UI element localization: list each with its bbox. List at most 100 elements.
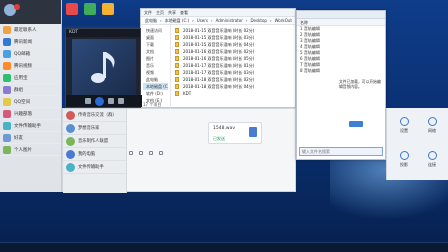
quick-tile-connect[interactable]: 连接 bbox=[419, 146, 445, 172]
file-row[interactable]: 2018-01-17 双音音乐混响 (时长 03分) bbox=[175, 69, 293, 76]
chat-contact-item[interactable]: 文件传输助手 bbox=[63, 161, 126, 174]
contact-label: 应用宝 bbox=[14, 75, 28, 81]
quick-tile-project[interactable]: 投影 bbox=[391, 146, 417, 172]
qq-contact-item[interactable]: 腾讯视频 bbox=[0, 60, 61, 72]
nav-item[interactable]: 文档 bbox=[143, 48, 168, 55]
breadcrumb-item[interactable]: Users bbox=[197, 18, 208, 23]
tab-view[interactable]: 查看 bbox=[180, 10, 188, 16]
breadcrumb-item[interactable]: Administrator bbox=[216, 18, 243, 23]
search-input[interactable] bbox=[299, 147, 383, 156]
contact-avatar bbox=[3, 25, 11, 34]
previous-icon[interactable] bbox=[84, 98, 91, 104]
file-row[interactable]: 2018-01-16 双音音乐混响 (时长 05分) bbox=[175, 55, 293, 62]
album-art bbox=[72, 39, 136, 95]
qq-contact-item[interactable]: 文件传输助手 bbox=[0, 120, 61, 132]
nav-item[interactable]: 此电脑 bbox=[143, 76, 168, 83]
play-pause-button[interactable] bbox=[94, 96, 104, 106]
tab-file[interactable]: 文件 bbox=[144, 10, 152, 16]
qq-contact-item[interactable]: QQ邮箱 bbox=[0, 48, 61, 60]
contact-label: 文件传输助手 bbox=[14, 123, 41, 129]
connect-icon bbox=[427, 150, 437, 160]
chat-contact-label: 传奇音乐交流（群） bbox=[78, 113, 117, 118]
file-row[interactable]: 2018-01-15 双音音乐混响 (时长 04分) bbox=[175, 41, 293, 48]
file-row[interactable]: 2018-01-15 双音音乐混响 (时长 02分) bbox=[175, 27, 293, 34]
avatar bbox=[66, 110, 75, 120]
file-message-card[interactable]: 1548.wav 已发送 bbox=[208, 122, 262, 144]
qq-contact-item[interactable]: 兴趣部落 bbox=[0, 108, 61, 120]
dialog-note: 文件已加载，可以开始编辑音频内容。 bbox=[339, 79, 381, 89]
nav-item[interactable]: 音乐 bbox=[143, 62, 168, 69]
tile-label: 设置 bbox=[400, 127, 408, 133]
chevron-right-icon: › bbox=[210, 18, 213, 23]
chat-contact-label: 文件传输助手 bbox=[78, 165, 104, 170]
file-row[interactable]: 2018-01-15 双音音乐混响 (时长 03分) bbox=[175, 34, 293, 41]
project-icon bbox=[399, 150, 409, 160]
file-explorer-window: 文件 主页 共享 查看 此电脑 › 本地磁盘 (C:) › Users › Ad… bbox=[140, 8, 296, 109]
file-row[interactable]: 2018-01-16 双音音乐混响 (时长 02分) bbox=[175, 48, 293, 55]
breadcrumb-item[interactable]: Desktop bbox=[250, 18, 267, 23]
nav-item-selected[interactable]: 本地磁盘 (C:) bbox=[143, 83, 168, 90]
qq-contact-item[interactable]: QQ空间 bbox=[0, 96, 61, 108]
chevron-right-icon: › bbox=[192, 18, 194, 23]
contact-label: 群组 bbox=[14, 87, 23, 93]
contact-label: 腾讯新闻 bbox=[14, 39, 32, 45]
qq-contact-item[interactable]: 应用宝 bbox=[0, 72, 61, 84]
explorer-ribbon-tabs: 文件 主页 共享 查看 bbox=[141, 9, 295, 17]
qq-contact-item[interactable]: 最近联系人 bbox=[0, 24, 61, 36]
chat-contact-label: 我的电脑 bbox=[78, 152, 96, 157]
properties-dialog: 名称 1 音轨编辑 2 音轨编辑 3 音轨编辑 4 音轨编辑 5 音轨编辑 6 … bbox=[296, 10, 386, 160]
dialog-title bbox=[297, 11, 385, 19]
qq-contact-item[interactable]: 腾讯新闻 bbox=[0, 36, 61, 48]
file-row[interactable]: KDT bbox=[175, 90, 293, 97]
tab-share[interactable]: 共享 bbox=[168, 10, 176, 16]
volume-icon[interactable] bbox=[117, 98, 124, 104]
nav-item[interactable]: 桌面 bbox=[143, 34, 168, 41]
qq-contact-item[interactable]: 好友 bbox=[0, 132, 61, 144]
file-row[interactable]: 2018-01-18 双音音乐混响 (时长 04分) bbox=[175, 83, 293, 90]
breadcrumb[interactable]: 此电脑 › 本地磁盘 (C:) › Users › Administrator … bbox=[141, 17, 295, 25]
nav-item[interactable]: 图片 bbox=[143, 55, 168, 62]
chat-contact-item[interactable]: 我的电脑 bbox=[63, 148, 126, 161]
confirm-button[interactable] bbox=[349, 121, 363, 127]
music-note-icon bbox=[91, 52, 115, 83]
file-name: 2018-01-16 双音音乐混响 (时长 05分) bbox=[183, 56, 255, 61]
network-icon bbox=[427, 116, 437, 126]
breadcrumb-item[interactable]: WorkOut bbox=[275, 18, 292, 23]
app-icon[interactable] bbox=[66, 3, 78, 15]
breadcrumb-item[interactable]: 此电脑 bbox=[145, 18, 157, 24]
chevron-right-icon: › bbox=[245, 18, 248, 23]
scissors-icon[interactable] bbox=[139, 151, 143, 155]
nav-item[interactable]: 快速访问 bbox=[143, 27, 168, 34]
tile-label: 连接 bbox=[428, 161, 436, 167]
chat-window: 传奇音乐交流（群） 梦想音乐家 音乐制作人联盟 我的电脑 文件传输助手 1548… bbox=[62, 108, 296, 193]
chat-contact-item[interactable]: 音乐制作人联盟 bbox=[63, 135, 126, 148]
file-status: 已发送 bbox=[213, 136, 225, 141]
tab-home[interactable]: 主页 bbox=[156, 10, 164, 16]
nav-item[interactable]: 软件 (D:) bbox=[143, 90, 168, 97]
chat-toolbar bbox=[129, 149, 289, 157]
dialog-row[interactable]: 8 音轨编辑 bbox=[297, 68, 385, 74]
image-icon[interactable] bbox=[159, 151, 163, 155]
app-icon[interactable] bbox=[84, 3, 96, 15]
breadcrumb-item[interactable]: 本地磁盘 (C:) bbox=[165, 18, 190, 24]
chat-contact-item[interactable]: 传奇音乐交流（群） bbox=[63, 109, 126, 122]
folder-icon[interactable] bbox=[149, 151, 153, 155]
chat-contact-item[interactable]: 梦想音乐家 bbox=[63, 122, 126, 135]
quick-tile-settings[interactable]: 设置 bbox=[391, 112, 417, 138]
notification-badge bbox=[14, 4, 20, 10]
nav-item[interactable]: 视频 bbox=[143, 69, 168, 76]
quick-tile-network[interactable]: 网络 bbox=[419, 112, 445, 138]
nav-item[interactable]: 下载 bbox=[143, 41, 168, 48]
avatar bbox=[66, 136, 75, 146]
qq-contact-item[interactable]: 群组 bbox=[0, 84, 61, 96]
quick-actions-panel: 设置 网络 投影 连接 bbox=[386, 108, 448, 180]
file-row[interactable]: 2018-01-17 双音音乐混响 (时长 01分) bbox=[175, 62, 293, 69]
contact-label: 好友 bbox=[14, 135, 23, 141]
emoji-icon[interactable] bbox=[129, 151, 133, 155]
qq-contact-item[interactable]: 个人图片 bbox=[0, 144, 61, 156]
next-icon[interactable] bbox=[107, 98, 114, 104]
player-title: KDT bbox=[66, 29, 140, 37]
file-name: 2018-01-16 双音音乐混响 (时长 02分) bbox=[183, 49, 255, 54]
app-icon[interactable] bbox=[102, 3, 114, 15]
file-row[interactable]: 2018-01-18 双音音乐混响 (时长 02分) bbox=[175, 76, 293, 83]
